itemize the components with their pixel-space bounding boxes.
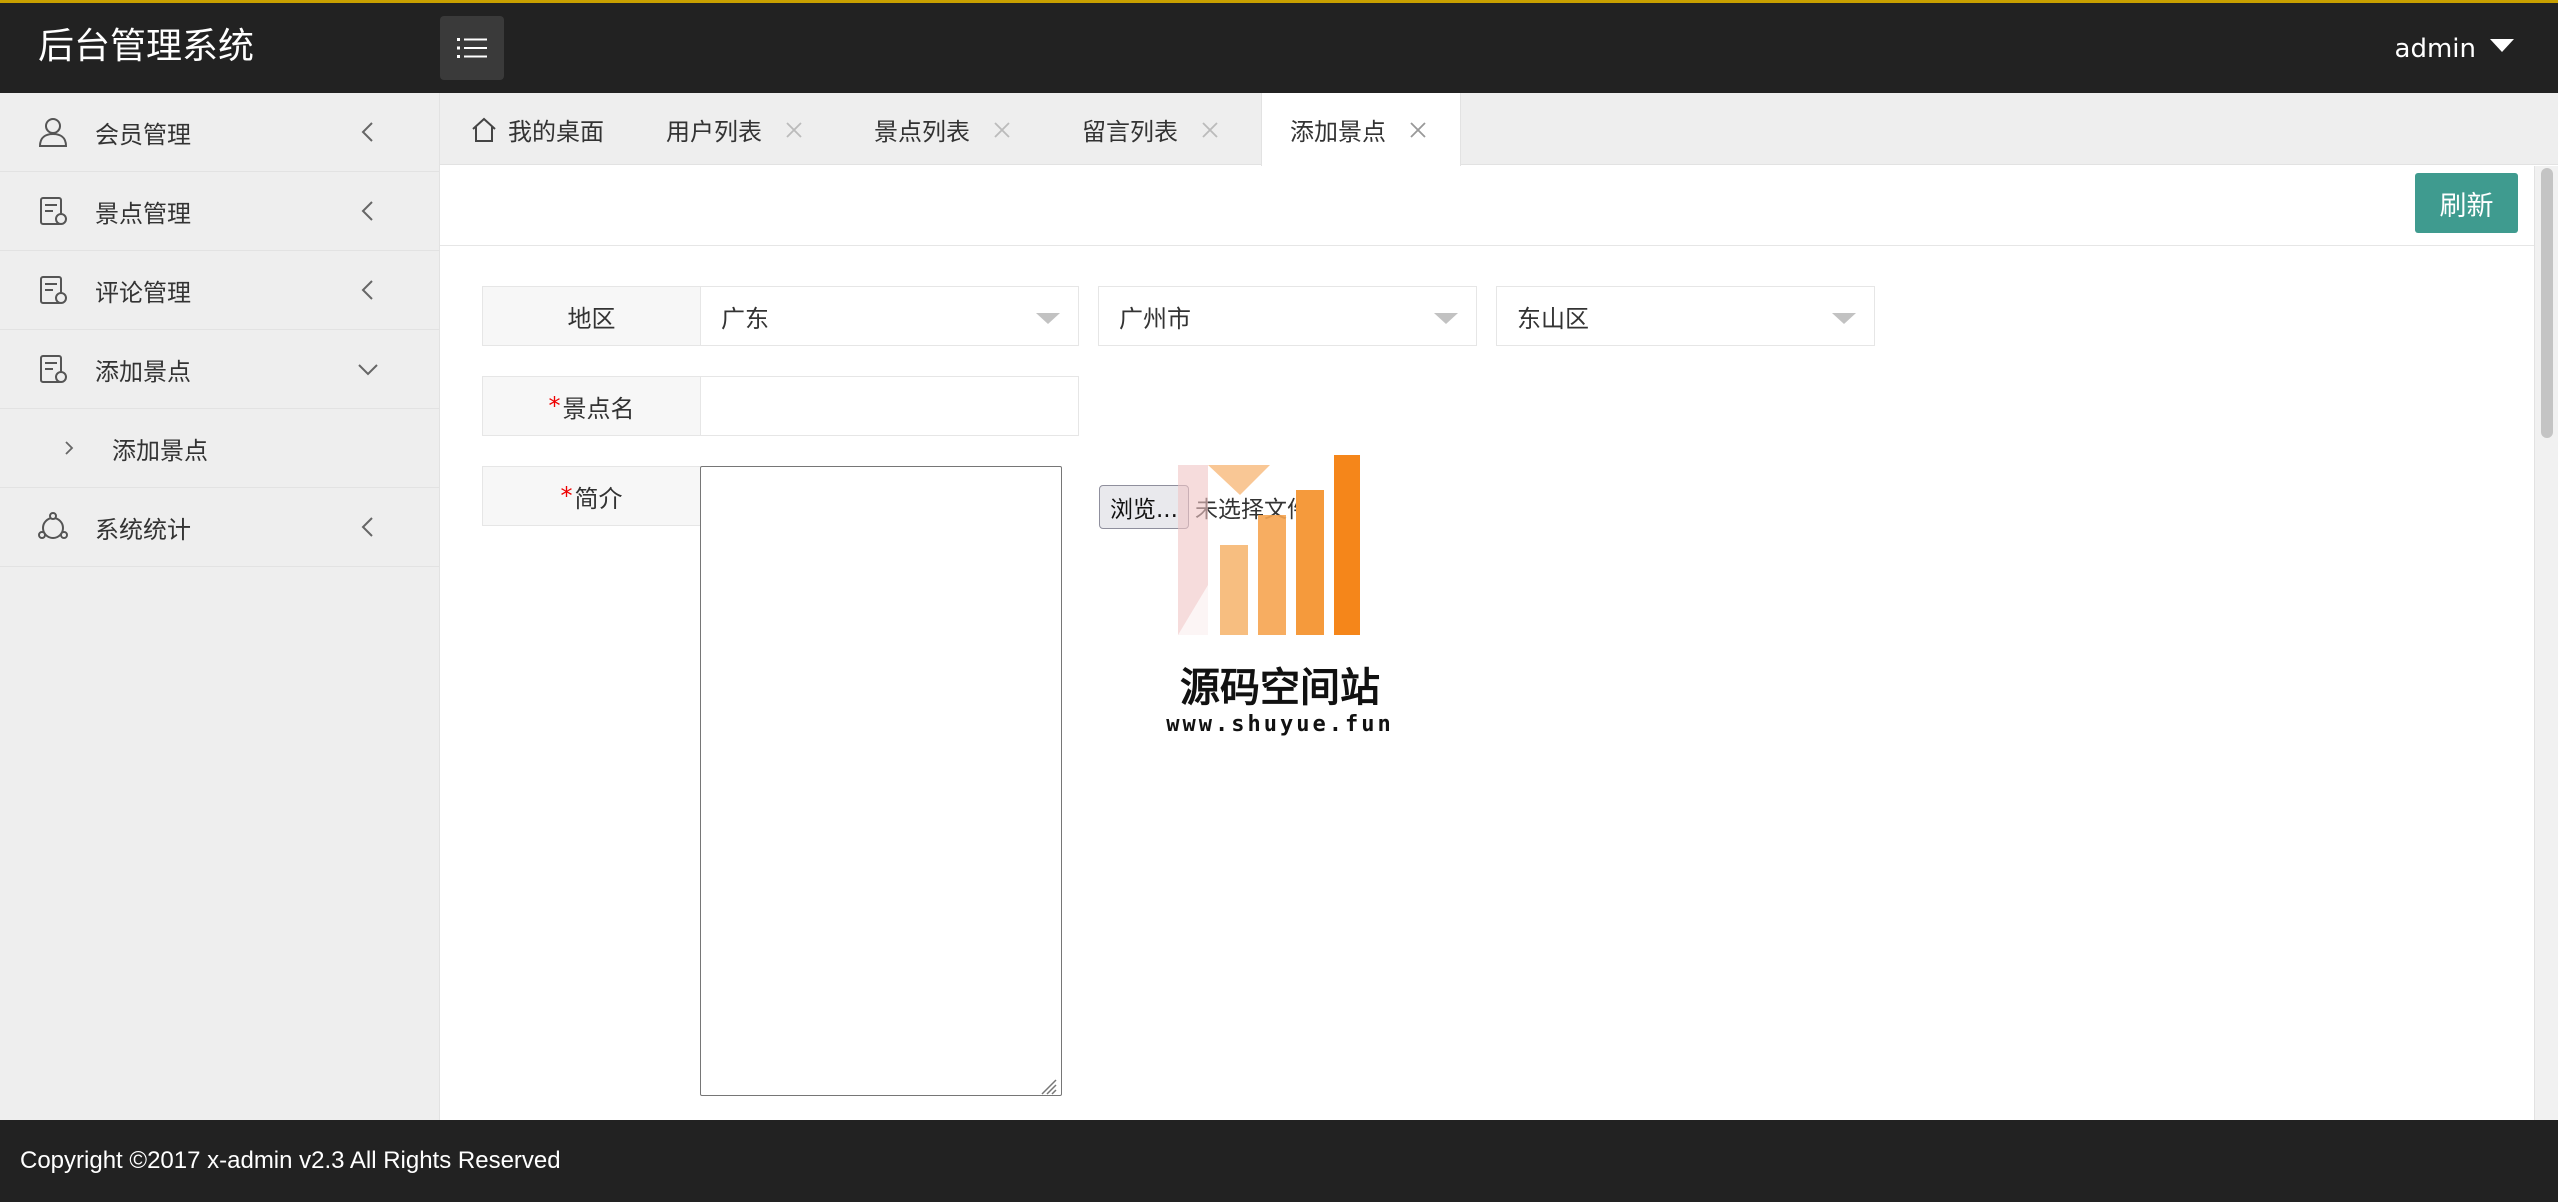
tab-label: 我的桌面	[508, 118, 604, 146]
district-select[interactable]: 东山区	[1496, 286, 1875, 346]
tab-user-list[interactable]: 用户列表	[666, 93, 804, 166]
top-header: 后台管理系统 admin	[0, 0, 2558, 93]
sidebar-item-label: 会员管理	[95, 120, 191, 149]
user-icon	[36, 115, 70, 149]
sidebar-item-add-scenic[interactable]: 添加景点	[0, 330, 439, 409]
sidebar-subitem-label: 添加景点	[112, 436, 208, 465]
watermark-title: 源码空间站	[1180, 665, 1380, 711]
caret-down-icon	[1036, 313, 1060, 324]
tab-label: 用户列表	[666, 118, 762, 146]
username: admin	[2394, 34, 2476, 64]
sidebar-item-label: 评论管理	[95, 278, 191, 307]
chevron-left-icon	[361, 517, 373, 537]
watermark-url: www.shuyue.fun	[1166, 712, 1394, 737]
chevron-left-icon	[361, 122, 373, 142]
chevron-left-icon	[361, 201, 373, 221]
sidebar-item-label: 系统统计	[95, 515, 191, 544]
chevron-down-icon	[358, 364, 378, 376]
intro-label: * 简介	[482, 466, 700, 526]
caret-down-icon	[1832, 313, 1856, 324]
list-icon	[457, 38, 487, 58]
region-row: 地区 广东 广州市 东山区	[482, 286, 1875, 346]
tab-label: 留言列表	[1082, 118, 1178, 146]
tab-scenic-list[interactable]: 景点列表	[874, 93, 1012, 166]
tab-label: 景点列表	[874, 118, 970, 146]
scenic-name-label: * 景点名	[482, 376, 700, 436]
doc-icon	[36, 273, 70, 307]
label-text: 简介	[574, 484, 623, 513]
close-icon[interactable]	[784, 120, 804, 140]
scenic-name-row: * 景点名	[482, 376, 1079, 436]
app-title: 后台管理系统	[38, 26, 255, 67]
caret-down-icon	[2490, 38, 2514, 52]
province-value: 广东	[721, 304, 769, 333]
close-icon[interactable]	[1200, 120, 1220, 140]
sidebar: 会员管理 景点管理 评论管理 添加景点 添加景点 系统统计	[0, 93, 440, 1120]
chevron-right-icon	[65, 441, 74, 455]
doc-icon	[36, 352, 70, 386]
copyright-text: Copyright ©2017 x-admin v2.3 All Rights …	[20, 1147, 561, 1174]
tab-bar: 我的桌面 用户列表 景点列表 留言列表 添加景点	[440, 93, 2558, 166]
close-icon[interactable]	[992, 120, 1012, 140]
tab-add-scenic[interactable]: 添加景点	[1261, 93, 1461, 166]
province-select[interactable]: 广东	[700, 286, 1079, 346]
tab-label: 添加景点	[1290, 118, 1386, 146]
caret-down-icon	[1434, 313, 1458, 324]
sidebar-item-label: 景点管理	[95, 199, 191, 228]
region-label: 地区	[482, 286, 700, 346]
sidebar-item-label: 添加景点	[95, 357, 191, 386]
label-text: 景点名	[562, 394, 635, 423]
intro-textarea[interactable]	[700, 466, 1062, 1096]
sidebar-item-member-management[interactable]: 会员管理	[0, 93, 439, 172]
sidebar-subitem-add-scenic[interactable]: 添加景点	[0, 409, 439, 488]
stats-icon	[36, 510, 70, 544]
close-icon[interactable]	[1408, 120, 1428, 140]
footer: Copyright ©2017 x-admin v2.3 All Rights …	[0, 1120, 2558, 1202]
tab-desktop[interactable]: 我的桌面	[470, 93, 604, 166]
city-value: 广州市	[1119, 304, 1191, 333]
user-menu[interactable]: admin	[2395, 31, 2514, 67]
scenic-name-input[interactable]	[700, 376, 1079, 436]
sidebar-item-scenic-management[interactable]: 景点管理	[0, 172, 439, 251]
sidebar-item-statistics[interactable]: 系统统计	[0, 488, 439, 567]
chevron-left-icon	[361, 280, 373, 300]
doc-icon	[36, 194, 70, 228]
resize-handle-icon[interactable]	[1036, 1074, 1058, 1096]
refresh-button[interactable]: 刷新	[2415, 173, 2518, 233]
menu-toggle-button[interactable]	[440, 16, 504, 80]
required-mark: *	[560, 482, 573, 510]
home-icon	[472, 117, 496, 142]
intro-row: * 简介	[482, 466, 1062, 1100]
tab-message-list[interactable]: 留言列表	[1082, 93, 1220, 166]
city-select[interactable]: 广州市	[1098, 286, 1477, 346]
sidebar-item-comment-management[interactable]: 评论管理	[0, 251, 439, 330]
content-toolbar: 刷新	[440, 166, 2534, 246]
required-mark: *	[548, 392, 561, 420]
scroll-thumb[interactable]	[2541, 168, 2553, 438]
content-scrollbar[interactable]	[2534, 166, 2558, 1120]
watermark-logo-icon	[1178, 455, 1360, 635]
main-content: 刷新 地区 广东 广州市 东山区 * 景点名 * 简介 浏览... 未选择文件。	[440, 166, 2534, 1120]
district-value: 东山区	[1517, 304, 1589, 333]
